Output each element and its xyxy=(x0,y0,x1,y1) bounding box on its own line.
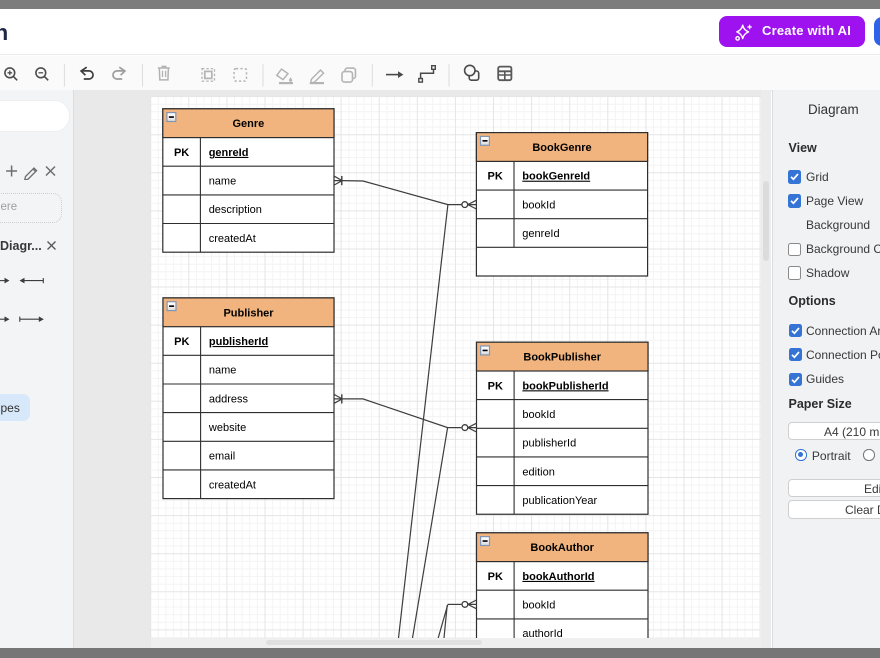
svg-text:PK: PK xyxy=(488,380,503,392)
svg-text:BookAuthor: BookAuthor xyxy=(530,542,594,554)
svg-text:publisherId: publisherId xyxy=(209,336,268,348)
svg-text:PK: PK xyxy=(488,571,503,583)
svg-text:Publisher: Publisher xyxy=(223,307,274,319)
svg-text:bookPublisherId: bookPublisherId xyxy=(522,380,608,392)
svg-text:createdAt: createdAt xyxy=(209,479,256,491)
svg-text:PK: PK xyxy=(174,336,189,348)
svg-text:bookId: bookId xyxy=(522,409,555,421)
svg-text:bookGenreId: bookGenreId xyxy=(522,171,590,183)
svg-text:BookGenre: BookGenre xyxy=(532,142,591,154)
svg-text:createdAt: createdAt xyxy=(209,233,256,245)
svg-text:description: description xyxy=(209,204,262,216)
svg-text:PK: PK xyxy=(174,147,189,159)
svg-text:genreId: genreId xyxy=(209,147,249,159)
svg-text:bookAuthorId: bookAuthorId xyxy=(522,571,594,583)
svg-text:address: address xyxy=(209,393,249,405)
svg-text:website: website xyxy=(208,422,246,434)
svg-text:name: name xyxy=(209,176,237,188)
svg-text:email: email xyxy=(209,451,235,463)
svg-text:genreId: genreId xyxy=(522,228,559,240)
svg-text:publicationYear: publicationYear xyxy=(522,495,597,507)
svg-text:bookId: bookId xyxy=(522,600,555,612)
svg-text:name: name xyxy=(209,365,237,377)
svg-text:BookPublisher: BookPublisher xyxy=(523,352,601,364)
svg-text:Genre: Genre xyxy=(233,118,265,130)
svg-text:bookId: bookId xyxy=(522,199,555,211)
svg-text:PK: PK xyxy=(488,171,503,183)
svg-text:edition: edition xyxy=(522,466,554,478)
svg-text:publisherId: publisherId xyxy=(522,438,576,450)
